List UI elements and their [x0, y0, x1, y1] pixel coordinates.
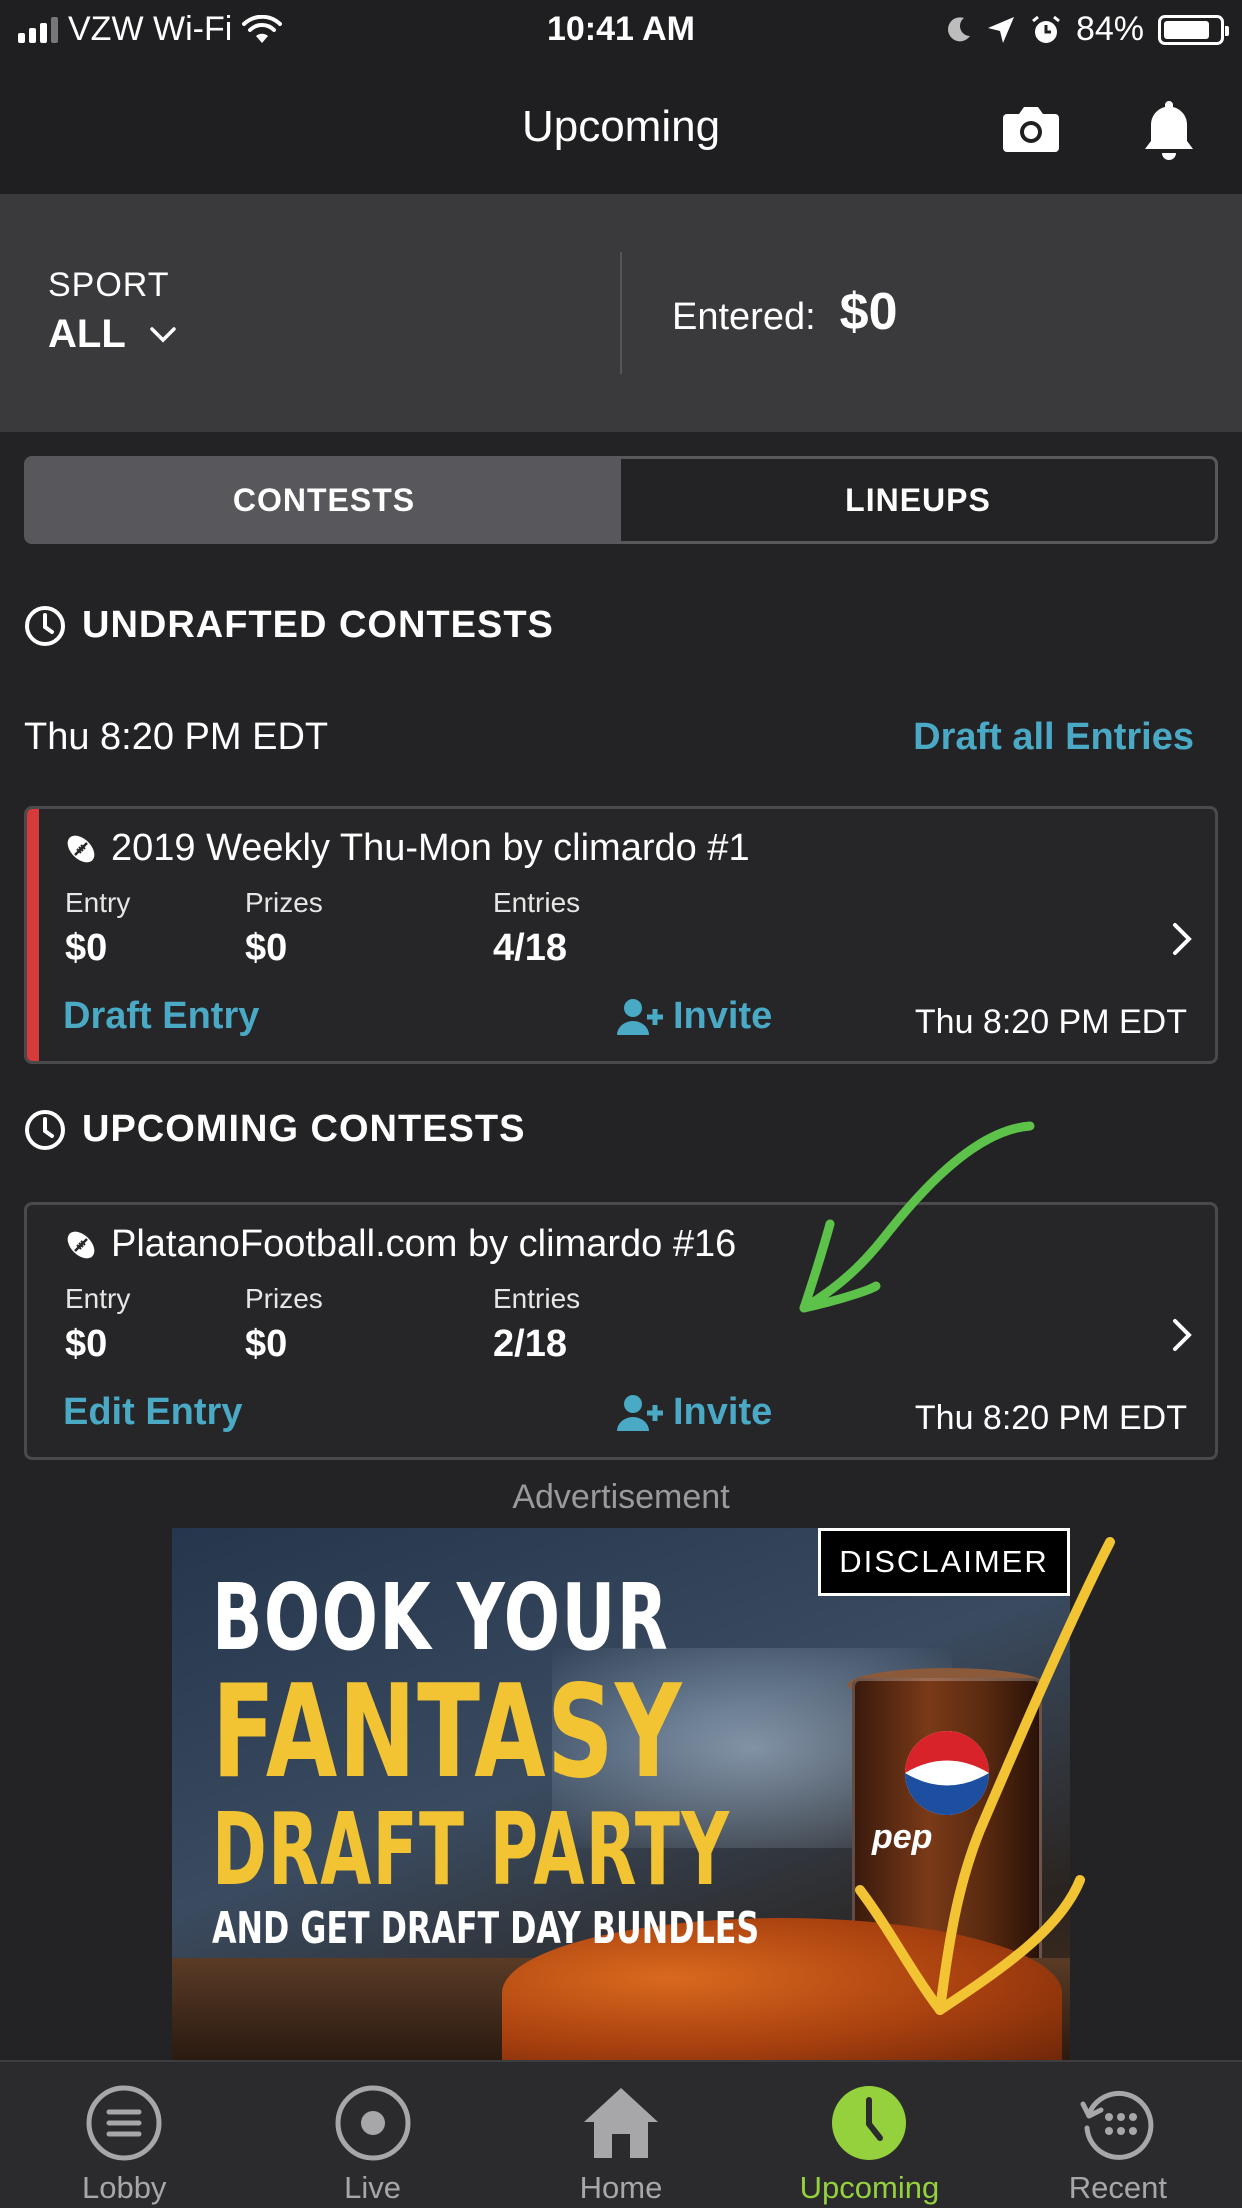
entry-label: Entry: [65, 1283, 131, 1314]
contest-title: 2019 Weekly Thu-Mon by climardo #1: [111, 827, 750, 869]
undrafted-heading-text: UNDRAFTED CONTESTS: [82, 604, 554, 646]
chevron-right-icon[interactable]: [1169, 1317, 1195, 1353]
entered-value: $0: [839, 283, 898, 341]
status-bar: VZW Wi-Fi 10:41 AM 84%: [0, 0, 1242, 62]
prizes-value: $0: [245, 1323, 288, 1365]
clock-icon: [25, 605, 65, 646]
live-icon: [335, 2085, 411, 2161]
entry-value: $0: [65, 927, 108, 969]
sport-dropdown[interactable]: ALL: [48, 312, 178, 357]
filter-bar: SPORT ALL Entered: $0: [0, 194, 1242, 432]
draft-all-entries-link[interactable]: Draft all Entries: [913, 716, 1194, 759]
tab-label: Live: [344, 2170, 402, 2205]
tab-upcoming[interactable]: Upcoming: [745, 2062, 993, 2208]
contest-lineup-tabs: CONTESTS LINEUPS: [24, 456, 1218, 544]
ad-banner[interactable]: pep DISCLAIMER BOOK YOUR FANTASY DRAFT P…: [172, 1528, 1070, 2060]
entry-value: $0: [65, 1323, 108, 1365]
tab-label: Upcoming: [799, 2170, 940, 2205]
entries-value: 4/18: [493, 927, 567, 969]
clock-icon: [25, 1109, 65, 1150]
ad-headline-3: DRAFT PARTY: [212, 1791, 731, 1908]
alarm-icon: [1032, 15, 1060, 43]
contest-time: Thu 8:20 PM EDT: [914, 1399, 1187, 1437]
invite-button[interactable]: Invite: [617, 995, 772, 1038]
draft-entry-button[interactable]: Draft Entry: [63, 995, 259, 1038]
status-right: 84%: [946, 10, 1229, 49]
sport-value: ALL: [48, 312, 126, 356]
entered-summary: Entered: $0: [672, 282, 898, 342]
chevron-down-icon: [150, 326, 176, 342]
lobby-icon: [86, 2085, 162, 2161]
contest-title: PlatanoFootball.com by climardo #16: [111, 1223, 737, 1265]
entries-stat: Entries 4/18: [493, 887, 580, 970]
camera-icon[interactable]: [996, 94, 1066, 164]
tab-lobby[interactable]: Lobby: [0, 2062, 248, 2208]
tab-live[interactable]: Live: [248, 2062, 496, 2208]
location-icon: [987, 16, 1014, 43]
ad-subheadline: AND GET DRAFT DAY BUNDLES: [212, 1903, 760, 1954]
upcoming-heading-text: UPCOMING CONTESTS: [82, 1108, 526, 1150]
battery-icon: [1158, 14, 1229, 45]
contest-card-undrafted[interactable]: 2019 Weekly Thu-Mon by climardo #1 Entry…: [24, 806, 1218, 1064]
contest-card-upcoming[interactable]: PlatanoFootball.com by climardo #16 Entr…: [24, 1202, 1218, 1460]
edit-entry-button[interactable]: Edit Entry: [63, 1391, 242, 1434]
undrafted-date: Thu 8:20 PM EDT: [24, 716, 329, 758]
tab-home[interactable]: Home: [497, 2062, 745, 2208]
football-icon: [67, 1231, 95, 1258]
recent-icon: [1080, 2090, 1154, 2160]
add-user-icon: [617, 998, 663, 1035]
upcoming-heading: UPCOMING CONTESTS: [24, 1108, 525, 1151]
contest-time: Thu 8:20 PM EDT: [914, 1003, 1187, 1041]
invite-label: Invite: [673, 1391, 773, 1433]
sport-label: SPORT: [48, 266, 170, 304]
bell-icon[interactable]: [1134, 94, 1204, 164]
ad-headline-2: FANTASY: [212, 1658, 684, 1807]
prizes-stat: Prizes $0: [245, 1283, 323, 1366]
advertisement-label: Advertisement: [512, 1478, 730, 1516]
filter-divider: [620, 252, 622, 374]
entries-label: Entries: [493, 887, 581, 918]
prizes-label: Prizes: [245, 1283, 323, 1314]
ad-cup-logo-text: pep: [872, 1818, 933, 1856]
contest-title-row: PlatanoFootball.com by climardo #16: [63, 1223, 736, 1266]
entry-label: Entry: [65, 887, 131, 918]
tab-recent[interactable]: Recent: [994, 2062, 1242, 2208]
nav-bar: Upcoming: [0, 62, 1242, 194]
entries-label: Entries: [493, 1283, 581, 1314]
add-user-icon: [617, 1394, 663, 1431]
chevron-right-icon[interactable]: [1169, 921, 1195, 957]
entry-stat: Entry $0: [65, 887, 130, 970]
entries-stat: Entries 2/18: [493, 1283, 580, 1366]
moon-icon: [947, 16, 970, 41]
tab-label: Home: [579, 2170, 663, 2205]
ad-disclaimer-button[interactable]: DISCLAIMER: [818, 1528, 1070, 1596]
tab-label: Lobby: [81, 2170, 167, 2205]
tab-contests[interactable]: CONTESTS: [27, 459, 621, 541]
undrafted-date-row: Thu 8:20 PM EDT Draft all Entries: [24, 716, 1194, 759]
invite-label: Invite: [673, 995, 773, 1037]
prizes-label: Prizes: [245, 887, 323, 918]
entry-stat: Entry $0: [65, 1283, 130, 1366]
pepsi-logo-icon: [905, 1731, 989, 1815]
battery-percent: 84%: [1075, 10, 1144, 48]
undrafted-heading: UNDRAFTED CONTESTS: [24, 604, 554, 647]
entered-label: Entered:: [672, 296, 816, 338]
prizes-stat: Prizes $0: [245, 887, 323, 970]
ad-headline-1: BOOK YOUR: [212, 1564, 670, 1671]
bottom-tab-bar: Lobby Live Home Upcoming Recent: [0, 2060, 1242, 2208]
invite-button[interactable]: Invite: [617, 1391, 772, 1434]
tab-lineups[interactable]: LINEUPS: [621, 459, 1215, 541]
tab-label: Recent: [1068, 2170, 1167, 2205]
prizes-value: $0: [245, 927, 288, 969]
clock-icon: [832, 2086, 907, 2160]
home-icon: [584, 2088, 659, 2158]
football-icon: [67, 835, 95, 862]
contest-title-row: 2019 Weekly Thu-Mon by climardo #1: [63, 827, 750, 870]
entries-value: 2/18: [493, 1323, 567, 1365]
